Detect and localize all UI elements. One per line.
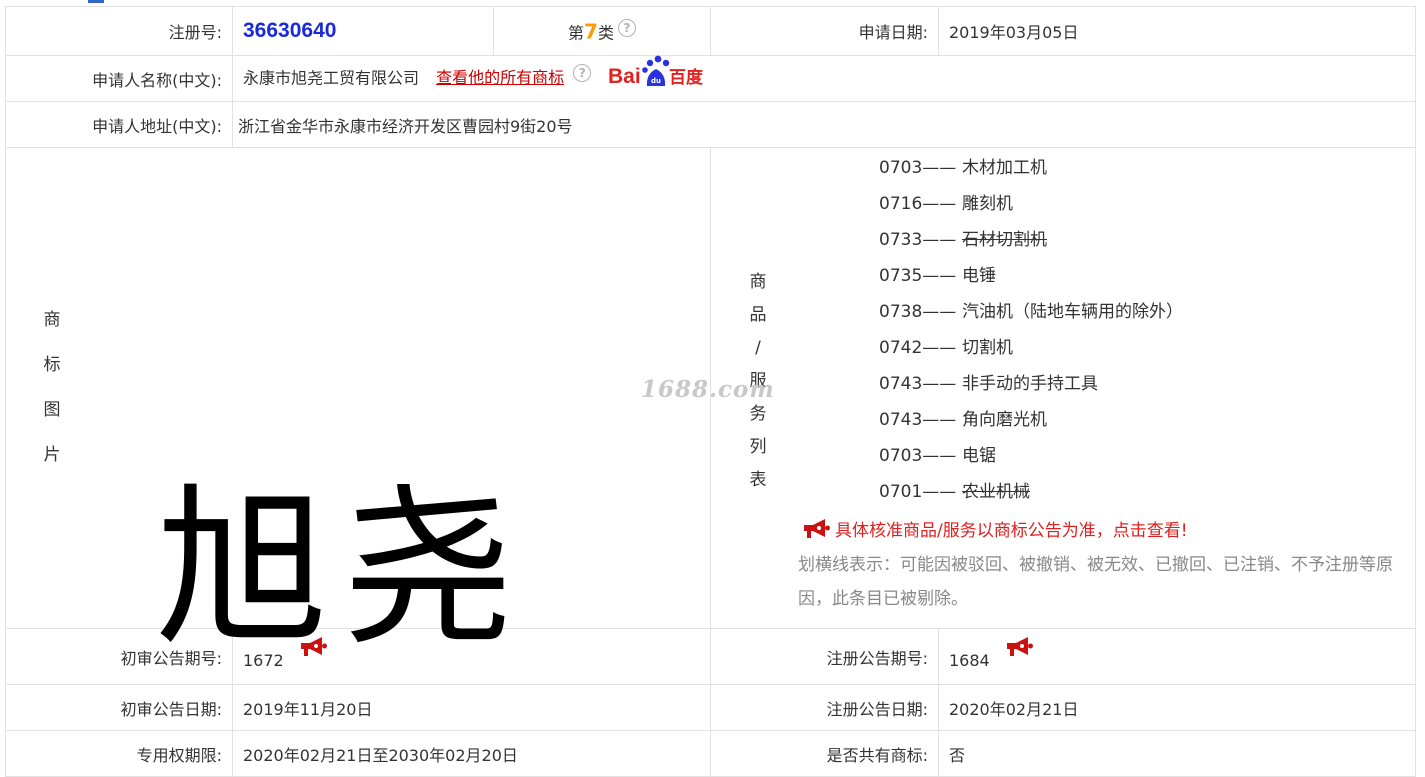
goods-item-struck: 0701—— 农业机械 xyxy=(879,482,1030,502)
class-number: 7 xyxy=(584,19,598,44)
class-prefix: 第 xyxy=(568,23,585,43)
prelim-date-label: 初审公告日期: xyxy=(5,684,233,731)
reg-no: 1684 xyxy=(949,651,990,670)
period-label: 专用权期限: xyxy=(5,730,233,777)
class-cell: 第7类? xyxy=(493,6,711,56)
mark-image-cell: 商 标 图 片 旭尧 xyxy=(5,147,711,669)
applicant-name-label: 申请人名称(中文): xyxy=(5,55,233,102)
applicant-name: 永康市旭尧工贸有限公司 xyxy=(243,68,420,87)
applicant-address: 浙江省金华市永康市经济开发区曹园村9街20号 xyxy=(232,101,1416,148)
svg-text:Bai: Bai xyxy=(608,65,641,88)
label-char: 表 xyxy=(749,470,767,490)
goods-item: 0703—— 电锯 xyxy=(879,446,996,466)
period: 2020年02月21日至2030年02月20日 xyxy=(232,730,711,777)
reg-date-label: 注册公告日期: xyxy=(710,684,939,731)
app-date-label: 申请日期: xyxy=(710,6,939,56)
goods-item: 0743—— 非手动的手持工具 xyxy=(879,374,1098,394)
row-applicant-address: 申请人地址(中文): 浙江省金华市永康市经济开发区曹园村9街20号 xyxy=(5,101,1416,148)
reg-number: 36630640 xyxy=(243,19,337,42)
reg-number-cell: 36630640 xyxy=(232,6,494,56)
top-border xyxy=(0,0,1425,3)
prelim-no: 1672 xyxy=(243,651,284,670)
row-publication-date: 初审公告日期: 2019年11月20日 注册公告日期: 2020年02月21日 xyxy=(5,684,1416,731)
reg-date: 2020年02月21日 xyxy=(938,684,1416,731)
svg-text:百度: 百度 xyxy=(669,67,704,88)
label-char: / xyxy=(755,338,761,358)
label-char: 商 xyxy=(749,272,767,292)
megaphone-icon[interactable] xyxy=(298,636,328,662)
goods-item: 0703—— 木材加工机 xyxy=(879,158,1047,178)
megaphone-icon xyxy=(801,518,831,545)
row-registration: 注册号: 36630640 第7类? 申请日期: 2019年03月05日 xyxy=(5,6,1416,56)
goods-item-struck: 0733—— 石材切割机 xyxy=(879,230,1047,250)
label-char: 标 xyxy=(43,355,61,375)
top-accent xyxy=(88,0,104,3)
reg-no-label: 注册公告期号: xyxy=(710,628,939,685)
label-char: 图 xyxy=(43,400,61,420)
app-date: 2019年03月05日 xyxy=(938,6,1416,56)
goods-item: 0735—— 电锤 xyxy=(879,266,996,286)
question-circle-icon[interactable]: ? xyxy=(617,18,636,37)
row-applicant-name: 申请人名称(中文): 永康市旭尧工贸有限公司 查看他的所有商标 ? Bai du… xyxy=(5,55,1416,102)
goods-item: 0743—— 角向磨光机 xyxy=(879,410,1047,430)
label-char: 列 xyxy=(749,437,767,457)
baidu-logo-icon[interactable]: Bai du 百度 xyxy=(608,52,708,94)
megaphone-icon[interactable] xyxy=(1004,636,1034,662)
goods-list: 0703—— 木材加工机 0716—— 雕刻机 0733—— 石材切割机 0735——… xyxy=(879,150,1183,510)
trademark-image: 旭尧 xyxy=(156,468,528,669)
row-image-goods: 商 标 图 片 旭尧 商 品 / 服 务 列 表 1688.com 0703——… xyxy=(5,147,1416,669)
label-char: 片 xyxy=(43,445,61,465)
applicant-name-cell: 永康市旭尧工贸有限公司 查看他的所有商标 ? Bai du 百度 xyxy=(232,55,1416,102)
goods-item: 0716—— 雕刻机 xyxy=(879,194,1013,214)
goods-notice-link[interactable]: 具体核准商品/服务以商标公告为准，点击查看! xyxy=(801,516,1188,545)
reg-number-label: 注册号: xyxy=(5,6,233,56)
question-circle-icon[interactable]: ? xyxy=(573,63,592,82)
reg-no-cell: 1684 xyxy=(938,628,1416,685)
strike-note: 划横线表示：可能因被驳回、被撤销、被无效、已撤回、已注销、不予注册等原因，此条目… xyxy=(798,555,1393,609)
shared-label: 是否共有商标: xyxy=(710,730,939,777)
watermark: 1688.com xyxy=(641,376,775,403)
goods-cell: 商 品 / 服 务 列 表 1688.com 0703—— 木材加工机 0716—… xyxy=(641,147,1416,629)
label-char: 商 xyxy=(43,310,61,330)
applicant-address-label: 申请人地址(中文): xyxy=(5,101,233,148)
goods-item: 0742—— 切割机 xyxy=(879,338,1013,358)
mark-image-label: 商 标 图 片 xyxy=(40,298,64,478)
class-suffix: 类 xyxy=(597,23,614,43)
shared: 否 xyxy=(938,730,1416,777)
trademark-info-table: 注册号: 36630640 第7类? 申请日期: 2019年03月05日 申请人… xyxy=(5,6,1416,777)
row-period: 专用权期限: 2020年02月21日至2030年02月20日 是否共有商标: 否 xyxy=(5,730,1416,777)
label-char: 品 xyxy=(749,305,767,325)
goods-item: 0738—— 汽油机（陆地车辆用的除外） xyxy=(879,302,1183,322)
svg-text:du: du xyxy=(651,77,661,85)
prelim-date: 2019年11月20日 xyxy=(232,684,711,731)
all-marks-link[interactable]: 查看他的所有商标 xyxy=(436,68,564,87)
